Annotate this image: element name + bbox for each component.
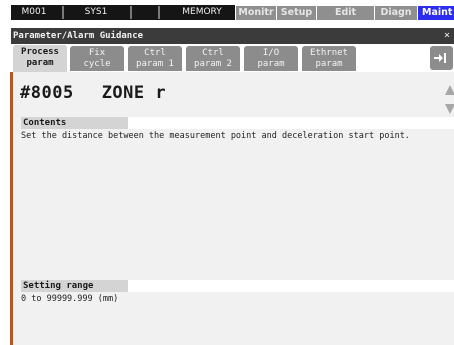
status-cell-program: M001 bbox=[21, 7, 47, 17]
close-icon[interactable]: × bbox=[444, 28, 450, 44]
menu-maint[interactable]: Maint bbox=[418, 6, 454, 20]
setting-range-text: 0 to 99999.999 (mm) bbox=[21, 294, 119, 304]
status-cell-system: SYS1 bbox=[84, 7, 108, 17]
tab-label-line2: param 2 bbox=[194, 59, 232, 69]
tab-label-line1: Ethrnet bbox=[310, 48, 348, 58]
tab-label-line2: param 1 bbox=[136, 59, 174, 69]
tab-fix-cycle[interactable]: Fix cycle bbox=[70, 46, 124, 71]
contents-text: Set the distance between the measurement… bbox=[21, 131, 410, 141]
tab-label-line1: Process bbox=[21, 47, 59, 57]
scroll-up-icon[interactable] bbox=[445, 85, 454, 95]
status-cell-empty bbox=[134, 7, 154, 18]
parameter-number: #8005 bbox=[20, 83, 74, 103]
menu-edit[interactable]: Edit bbox=[317, 6, 374, 20]
tab-label-line1: Fix bbox=[88, 48, 106, 58]
panel-accent-stripe bbox=[10, 72, 13, 345]
contents-heading: Contents bbox=[21, 117, 128, 129]
menu-monitr[interactable]: Monitr bbox=[236, 6, 276, 20]
contents-section-header: Contents bbox=[21, 117, 454, 129]
status-separator bbox=[158, 6, 160, 19]
tab-process-param[interactable]: Process param bbox=[13, 45, 67, 72]
parameter-header: #8005 ZONE r bbox=[20, 83, 166, 103]
tab-ctrl-param-2[interactable]: Ctrl param 2 bbox=[186, 46, 240, 71]
tab-ctrl-param-1[interactable]: Ctrl param 1 bbox=[128, 46, 182, 71]
guidance-title: Parameter/Alarm Guidance bbox=[13, 31, 144, 41]
parameter-tab-bar: Process param Fix cycle Ctrl param 1 Ctr… bbox=[11, 44, 454, 72]
tab-label-line2: param bbox=[315, 59, 343, 69]
setting-range-section-header: Setting range bbox=[21, 280, 454, 292]
tab-label-line1: I/O bbox=[262, 48, 280, 58]
status-bar: M001 SYS1 MEMORY Monitr Setup Edit Diagn… bbox=[0, 0, 454, 20]
tab-label-line2: param bbox=[26, 58, 54, 68]
tab-label-line2: param bbox=[257, 59, 285, 69]
menu-diagn[interactable]: Diagn bbox=[375, 6, 417, 20]
setting-range-heading: Setting range bbox=[21, 280, 128, 292]
export-icon[interactable] bbox=[430, 46, 453, 70]
tab-label-line1: Ctrl bbox=[144, 48, 166, 58]
tab-ethrnet-param[interactable]: Ethrnet param bbox=[302, 46, 356, 71]
status-cell-mode: MEMORY bbox=[182, 7, 222, 17]
scroll-down-icon[interactable] bbox=[445, 104, 454, 114]
menu-setup[interactable]: Setup bbox=[277, 6, 316, 20]
status-separator bbox=[62, 6, 64, 19]
parameter-name: ZONE r bbox=[101, 83, 167, 103]
guidance-content-panel bbox=[11, 72, 454, 345]
tab-label-line1: Ctrl bbox=[202, 48, 224, 58]
guidance-title-bar: Parameter/Alarm Guidance × bbox=[11, 28, 454, 44]
status-separator bbox=[130, 6, 132, 19]
tab-label-line2: cycle bbox=[83, 59, 111, 69]
tab-io-param[interactable]: I/O param bbox=[244, 46, 298, 71]
